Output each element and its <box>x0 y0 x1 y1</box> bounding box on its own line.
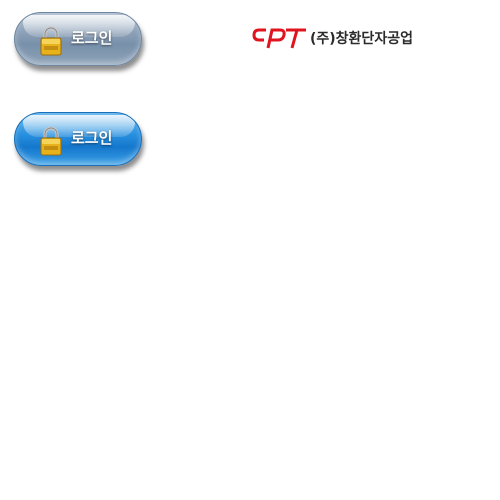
padlock-icon <box>40 26 62 56</box>
login-label: 로그인 <box>71 129 113 147</box>
company-name: (주)창환단자공업 <box>310 31 413 47</box>
login-button-hover[interactable]: 로그인 <box>14 112 142 166</box>
page: 로그인 로그인 (주)창환단자공업 <box>0 0 500 500</box>
login-label: 로그인 <box>71 29 113 47</box>
login-button-default[interactable]: 로그인 <box>14 12 142 66</box>
company-logo: (주)창환단자공업 <box>252 26 413 52</box>
padlock-icon <box>40 126 62 156</box>
cpt-logo-mark <box>252 28 306 49</box>
